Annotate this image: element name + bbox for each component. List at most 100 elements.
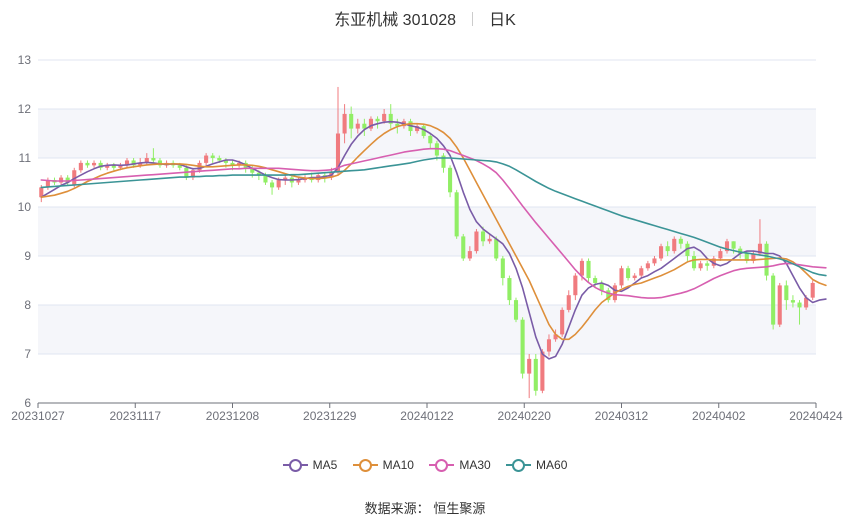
candle xyxy=(85,160,90,168)
candle xyxy=(111,162,116,171)
candle-body xyxy=(520,319,525,374)
candle-body xyxy=(619,268,624,286)
candle xyxy=(810,280,815,301)
x-tick-label: 20240220 xyxy=(498,409,552,423)
candle-body xyxy=(784,285,789,301)
candle-body xyxy=(342,113,347,134)
y-tick-label: 7 xyxy=(24,347,31,361)
candle xyxy=(685,241,690,261)
candle-body xyxy=(731,241,736,249)
candle-body xyxy=(217,158,222,161)
candle-body xyxy=(639,268,644,276)
candle-body xyxy=(705,263,710,266)
candle-body xyxy=(474,231,479,252)
x-tick-label: 20231208 xyxy=(206,409,260,423)
candle-body xyxy=(632,275,637,279)
x-tick-label: 20240122 xyxy=(400,409,454,423)
candle-body xyxy=(718,251,723,259)
candle-body xyxy=(777,285,782,325)
candle-body xyxy=(533,358,538,391)
candle xyxy=(659,243,664,261)
y-tick-label: 8 xyxy=(24,298,31,312)
candle-body xyxy=(659,246,664,259)
candle-body xyxy=(270,182,275,188)
candle-body xyxy=(78,162,83,171)
candle xyxy=(619,265,624,288)
legend-item-ma60[interactable]: MA60 xyxy=(506,458,567,472)
legend-label-ma60: MA60 xyxy=(536,458,568,472)
y-tick-label: 10 xyxy=(18,200,32,214)
candle-body xyxy=(579,260,584,276)
candle-body xyxy=(513,300,519,320)
candle-body xyxy=(276,180,281,188)
legend-item-ma30[interactable]: MA30 xyxy=(429,458,491,472)
legend-label-ma5: MA5 xyxy=(312,458,338,472)
candle-body xyxy=(355,123,360,129)
candle-body xyxy=(645,263,650,269)
y-tick-label: 11 xyxy=(19,151,32,165)
candle-body xyxy=(204,155,209,163)
candlestick-chart: 6 7 8 9 10 11 12 13 20231027 20231117 20231208 2023… xyxy=(11,53,843,423)
candle xyxy=(289,175,294,188)
candle xyxy=(645,260,650,271)
candle-body xyxy=(428,135,433,144)
candle-body xyxy=(382,113,387,122)
x-tick-label: 20231229 xyxy=(303,409,357,423)
candle xyxy=(560,307,565,337)
candle xyxy=(698,260,703,271)
source-label: 数据来源： xyxy=(364,501,430,516)
candle xyxy=(461,233,466,261)
legend-swatch-ma10 xyxy=(352,458,378,472)
candle-body xyxy=(85,162,90,166)
candle-body xyxy=(210,155,215,158)
legend-swatch-ma5 xyxy=(282,458,308,472)
candle xyxy=(45,177,50,190)
candle-body xyxy=(626,268,631,279)
legend-label-ma10: MA10 xyxy=(382,458,414,472)
candle-body xyxy=(797,302,802,308)
candle-body xyxy=(500,258,505,279)
candle-body xyxy=(672,238,677,252)
candle xyxy=(105,162,110,171)
candle-body xyxy=(691,256,697,269)
candle xyxy=(764,241,769,281)
candle xyxy=(652,256,657,266)
candle xyxy=(777,282,782,328)
candle-body xyxy=(454,192,459,237)
candle-body xyxy=(151,158,156,161)
candle-body xyxy=(461,236,466,259)
candle-body xyxy=(573,275,578,296)
candle-body xyxy=(467,251,472,259)
candle xyxy=(507,275,512,305)
candle xyxy=(606,287,611,303)
candle xyxy=(500,256,505,286)
candle xyxy=(454,189,459,239)
candle xyxy=(626,265,631,281)
candle-body xyxy=(487,238,492,242)
candle-body xyxy=(540,351,545,391)
candle xyxy=(91,160,97,168)
legend-label-ma30: MA30 xyxy=(459,458,491,472)
candle xyxy=(78,160,83,173)
legend-item-ma10[interactable]: MA10 xyxy=(352,458,414,472)
legend-item-ma5[interactable]: MA5 xyxy=(282,458,338,472)
y-tick-label: 9 xyxy=(24,249,31,263)
candle xyxy=(513,297,519,323)
candle-body xyxy=(375,118,380,122)
candle xyxy=(533,354,538,396)
candle-body xyxy=(91,162,97,166)
candle xyxy=(705,260,710,271)
x-tick-label: 20231027 xyxy=(11,409,65,423)
legend-swatch-ma60 xyxy=(506,458,532,472)
candle xyxy=(639,265,644,279)
candle xyxy=(586,258,591,283)
x-tick-label: 20240402 xyxy=(692,409,746,423)
y-tick-label: 6 xyxy=(24,396,31,410)
legend: MA5 MA10 MA30 MA60 xyxy=(0,458,850,475)
x-tick-label: 20240424 xyxy=(789,409,843,423)
candle xyxy=(441,153,446,173)
y-tick-label: 12 xyxy=(18,102,32,116)
candle-body xyxy=(790,300,795,303)
candle-body xyxy=(507,278,512,301)
candle-body xyxy=(448,167,453,193)
